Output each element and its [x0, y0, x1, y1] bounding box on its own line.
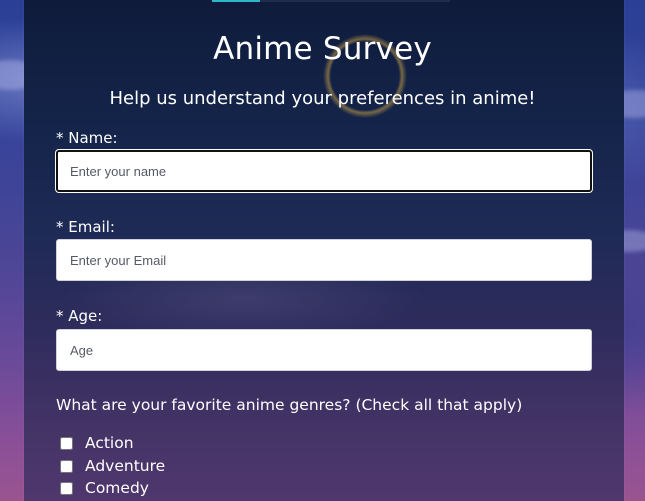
name-input[interactable]	[56, 150, 592, 192]
age-input[interactable]	[56, 329, 592, 371]
genre-comedy-checkbox[interactable]	[60, 481, 73, 495]
genres-question: What are your favorite anime genres? (Ch…	[56, 396, 523, 414]
genre-option-adventure[interactable]: Adventure	[60, 457, 165, 475]
name-label: * Name:	[56, 129, 118, 147]
email-label: * Email:	[56, 218, 115, 236]
tab-track	[260, 0, 450, 2]
genre-action-label: Action	[85, 434, 134, 452]
active-tab-indicator	[212, 0, 260, 2]
survey-title: Anime Survey	[213, 31, 432, 67]
genre-adventure-label: Adventure	[85, 457, 166, 475]
genre-option-comedy[interactable]: Comedy	[60, 479, 149, 497]
survey-subtitle: Help us understand your preferences in a…	[109, 88, 536, 109]
age-label: * Age:	[56, 307, 103, 325]
genre-adventure-checkbox[interactable]	[60, 459, 73, 473]
genre-action-checkbox[interactable]	[60, 436, 73, 450]
genre-option-action[interactable]: Action	[60, 434, 134, 452]
genre-comedy-label: Comedy	[85, 479, 149, 497]
email-input[interactable]	[56, 239, 592, 281]
